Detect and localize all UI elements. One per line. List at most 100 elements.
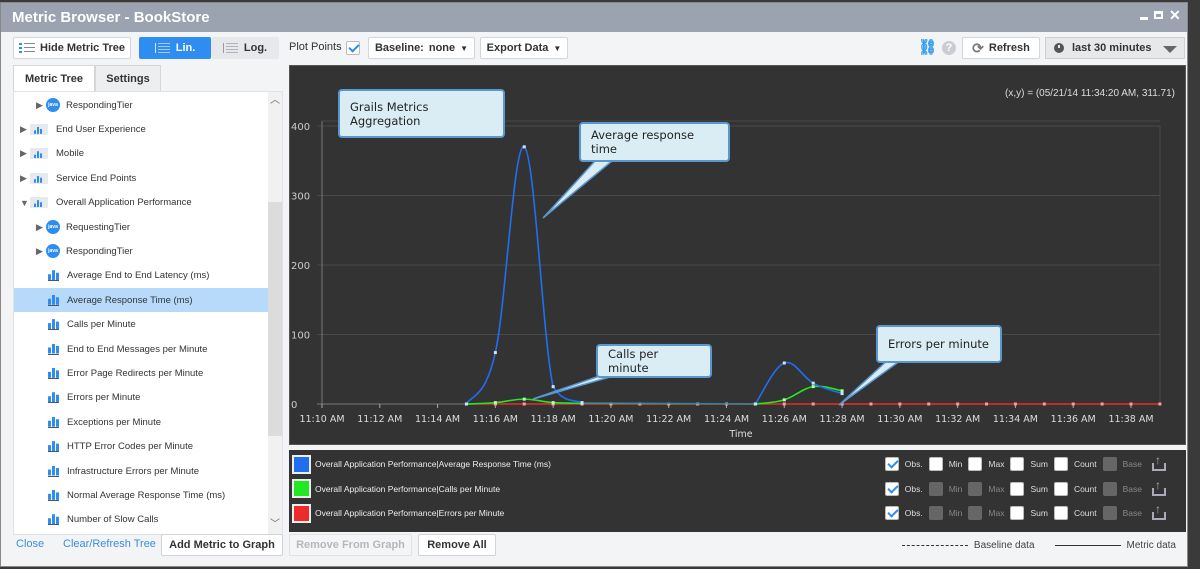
tree-item[interactable]: HTTP Error Codes per Minute: [14, 435, 268, 459]
close-link[interactable]: Close: [16, 538, 44, 550]
tree-item[interactable]: ▼ Overall Application Performance: [14, 191, 268, 215]
sum-checkbox[interactable]: [1010, 481, 1025, 496]
hide-metric-tree-button[interactable]: Hide Metric Tree: [13, 37, 131, 59]
baseline-dropdown[interactable]: Baseline: none ▼: [368, 37, 475, 59]
data-point[interactable]: [811, 402, 815, 406]
tree-item[interactable]: Errors per Minute: [14, 386, 268, 410]
data-point[interactable]: [493, 351, 497, 355]
tree-item[interactable]: ▶ Service End Points: [14, 166, 268, 190]
clear-refresh-tree-link[interactable]: Clear/Refresh Tree: [63, 538, 156, 550]
scrollbar-thumb[interactable]: [268, 202, 282, 436]
tree-item[interactable]: Normal Average Response Time (ms): [14, 483, 268, 507]
data-point[interactable]: [1158, 402, 1162, 406]
data-point[interactable]: [985, 402, 989, 406]
data-point[interactable]: [580, 401, 584, 405]
maximize-icon[interactable]: [1154, 9, 1164, 21]
data-point[interactable]: [811, 385, 815, 389]
max-checkbox[interactable]: [968, 457, 983, 471]
y-tick-label: 0: [291, 400, 297, 411]
tree-item[interactable]: Infrastructure Errors per Minute: [14, 459, 268, 483]
data-point[interactable]: [551, 385, 555, 389]
obs-checkbox[interactable]: [884, 506, 899, 520]
obs-checkbox[interactable]: [884, 457, 899, 471]
tab-settings[interactable]: Settings: [95, 65, 161, 91]
series-color-swatch[interactable]: [292, 479, 311, 498]
data-point[interactable]: [1100, 402, 1104, 406]
linear-scale-button[interactable]: Lin.: [139, 37, 211, 59]
plot-points-checkbox[interactable]: [346, 41, 360, 55]
series-color-swatch[interactable]: [292, 454, 311, 474]
sum-checkbox[interactable]: [1010, 506, 1025, 520]
remove-all-button[interactable]: Remove All: [418, 534, 496, 556]
data-point[interactable]: [1013, 402, 1017, 406]
title-bar[interactable]: Metric Browser - BookStore ✕: [1, 3, 1187, 32]
count-checkbox[interactable]: [1053, 457, 1068, 471]
share-icon[interactable]: [1152, 478, 1166, 496]
time-range-select[interactable]: last 30 minutes: [1045, 37, 1185, 59]
count-checkbox[interactable]: [1053, 481, 1068, 496]
data-point[interactable]: [493, 401, 497, 405]
tree-item[interactable]: End to End Messages per Minute: [14, 337, 268, 361]
tab-metric-tree[interactable]: Metric Tree: [13, 65, 95, 91]
data-point[interactable]: [898, 402, 902, 406]
series-color-swatch[interactable]: [292, 503, 311, 523]
export-data-dropdown[interactable]: Export Data ▼: [480, 37, 568, 59]
log-scale-button[interactable]: Log.: [211, 37, 279, 59]
data-point[interactable]: [753, 402, 757, 406]
data-point[interactable]: [1129, 402, 1133, 406]
expand-arrow-icon[interactable]: ▶: [36, 100, 46, 111]
data-point[interactable]: [956, 402, 960, 406]
data-point[interactable]: [464, 402, 468, 406]
scroll-up-icon[interactable]: ︿: [270, 96, 280, 106]
tree-item[interactable]: Error Page Redirects per Minute: [14, 361, 268, 385]
tree-item[interactable]: ▶ End User Experience: [14, 117, 268, 141]
data-point[interactable]: [1071, 402, 1075, 406]
series-line-0[interactable]: [754, 361, 843, 405]
refresh-button[interactable]: ⟳ Refresh: [962, 37, 1040, 59]
data-point[interactable]: [927, 402, 931, 406]
chart-area[interactable]: 0 100 200 300 400 11:10 AM 11:12 AM 11:14 AM 11:…: [289, 65, 1186, 445]
expand-arrow-icon[interactable]: ▶: [20, 124, 30, 135]
data-point[interactable]: [551, 401, 555, 405]
tree-item[interactable]: ▶ java RequestingTier: [14, 215, 268, 239]
expand-arrow-icon[interactable]: ▶: [36, 222, 46, 233]
series-line-0[interactable]: [465, 146, 583, 405]
data-point[interactable]: [522, 402, 526, 406]
close-icon[interactable]: ✕: [1169, 8, 1181, 22]
data-point[interactable]: [1042, 402, 1046, 406]
data-point[interactable]: [522, 145, 526, 149]
expand-arrow-icon[interactable]: ▶: [36, 246, 46, 257]
tree-item[interactable]: Average Response Time (ms): [14, 288, 268, 313]
sum-checkbox[interactable]: [1010, 457, 1025, 471]
data-point[interactable]: [782, 361, 786, 365]
data-point[interactable]: [869, 402, 873, 406]
count-checkbox[interactable]: [1053, 506, 1068, 520]
tree-item[interactable]: ▶ Mobile: [14, 142, 268, 166]
data-point[interactable]: [522, 397, 526, 401]
minimize-icon[interactable]: [1139, 9, 1149, 21]
min-checkbox[interactable]: [928, 457, 943, 471]
help-icon[interactable]: ?: [942, 41, 956, 55]
tree-item[interactable]: ▶ java RespondingTier: [14, 93, 268, 117]
data-point[interactable]: [782, 402, 786, 406]
remove-from-graph-button[interactable]: Remove From Graph: [289, 534, 412, 556]
tree-item[interactable]: ▶ java RespondingTier: [14, 239, 268, 263]
link-icon[interactable]: ⛓: [918, 38, 937, 56]
add-metric-to-graph-button[interactable]: Add Metric to Graph: [161, 534, 283, 556]
data-point[interactable]: [782, 398, 786, 402]
share-icon[interactable]: [1152, 502, 1166, 520]
tree-item[interactable]: Number of Slow Calls: [14, 508, 268, 532]
data-point[interactable]: [840, 392, 844, 396]
tree-scrollbar[interactable]: ︿ ﹀: [268, 92, 282, 534]
tree-item[interactable]: Average End to End Latency (ms): [14, 264, 268, 288]
tree-item[interactable]: Exceptions per Minute: [14, 410, 268, 434]
collapse-arrow-icon[interactable]: ▼: [20, 198, 30, 208]
data-point[interactable]: [811, 381, 815, 385]
tree-item[interactable]: Calls per Minute: [14, 313, 268, 337]
data-point[interactable]: [840, 389, 844, 393]
expand-arrow-icon[interactable]: ▶: [20, 148, 30, 159]
share-icon[interactable]: [1152, 453, 1166, 471]
scroll-down-icon[interactable]: ﹀: [270, 520, 280, 530]
obs-checkbox[interactable]: [884, 481, 899, 496]
expand-arrow-icon[interactable]: ▶: [20, 173, 30, 184]
